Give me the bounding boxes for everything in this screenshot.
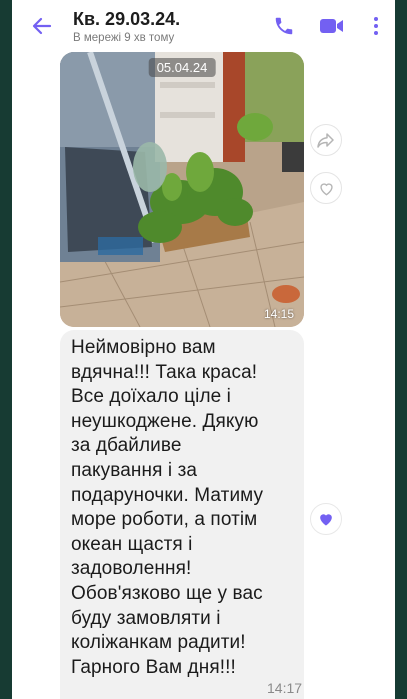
back-button[interactable] (28, 12, 56, 40)
chat-header: Кв. 29.03.24. В мережі 9 хв тому (12, 0, 395, 52)
share-icon (317, 133, 334, 148)
chat-screen: Кв. 29.03.24. В мережі 9 хв тому 05.04.2… (12, 0, 395, 699)
video-call-button[interactable] (318, 12, 346, 40)
more-vertical-icon (374, 17, 378, 35)
message-time: 14:15 (263, 307, 294, 321)
online-status: В мережі 9 хв тому (73, 32, 175, 44)
back-arrow-icon (32, 17, 52, 35)
text-message[interactable]: Неймовірно вам вдячна!!! Така краса! Все… (60, 330, 304, 699)
message-time: 14:17 (267, 680, 303, 696)
heart-filled-icon (320, 514, 332, 526)
photo-message[interactable]: 05.04.24 14:15 (60, 52, 304, 327)
date-separator: 05.04.24 (148, 58, 216, 77)
video-camera-icon (320, 19, 343, 33)
photo-image (60, 52, 304, 327)
chat-title[interactable]: Кв. 29.03.24. (73, 9, 180, 30)
call-button[interactable] (270, 12, 298, 40)
share-button[interactable] (310, 124, 342, 156)
more-options-button[interactable] (362, 12, 390, 40)
message-text: Неймовірно вам вдячна!!! Така краса! Все… (71, 337, 264, 678)
heart-outline-icon (319, 182, 333, 195)
like-button[interactable] (310, 172, 342, 204)
liked-button[interactable] (310, 503, 342, 535)
phone-icon (275, 17, 293, 35)
